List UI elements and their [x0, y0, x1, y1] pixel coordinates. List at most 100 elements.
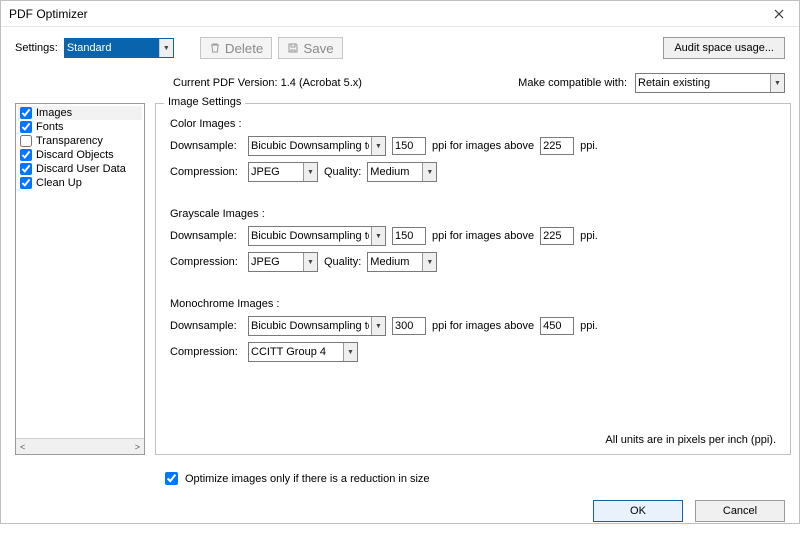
compression-label: Compression:: [170, 166, 242, 178]
checkbox-discard-objects[interactable]: [20, 149, 32, 161]
mono-downsample-select-wrap[interactable]: Bicubic Downsampling to ▼: [248, 316, 386, 336]
settings-panel: Image Settings Color Images : Downsample…: [155, 103, 791, 455]
mono-downsample-row: Downsample: Bicubic Downsampling to ▼ pp…: [170, 316, 776, 336]
sidebar-item-label: Discard User Data: [36, 163, 126, 175]
color-downsample-row: Downsample: Bicubic Downsampling to ▼ pp…: [170, 136, 776, 156]
compression-label: Compression:: [170, 256, 242, 268]
mono-compression-select[interactable]: CCITT Group 4: [248, 342, 358, 362]
color-quality-select-wrap[interactable]: Medium ▼: [367, 162, 437, 182]
fieldset-legend: Image Settings: [164, 96, 245, 108]
content: Images Fonts Transparency Discard Object…: [1, 103, 799, 463]
optimize-images-label: Optimize images only if there is a reduc…: [185, 473, 430, 485]
sidebar: Images Fonts Transparency Discard Object…: [15, 103, 145, 455]
ppi-above-label: ppi for images above: [432, 140, 534, 152]
ppi-label: ppi.: [580, 140, 598, 152]
compression-label: Compression:: [170, 346, 242, 358]
sidebar-item-clean-up[interactable]: Clean Up: [18, 176, 142, 190]
audit-space-button[interactable]: Audit space usage...: [663, 37, 785, 59]
optimize-images-checkbox[interactable]: [165, 472, 178, 485]
mono-downsample-ppi[interactable]: [392, 317, 426, 335]
mono-compression-row: Compression: CCITT Group 4 ▼: [170, 342, 776, 362]
grayscale-downsample-ppi[interactable]: [392, 227, 426, 245]
toolbar: Settings: Standard ▼ Delete Save Audit s…: [1, 27, 799, 69]
mono-above-ppi[interactable]: [540, 317, 574, 335]
chevron-left-icon: <: [20, 442, 25, 452]
sidebar-item-fonts[interactable]: Fonts: [18, 120, 142, 134]
mono-downsample-select[interactable]: Bicubic Downsampling to: [248, 316, 386, 336]
color-above-ppi[interactable]: [540, 137, 574, 155]
sidebar-item-transparency[interactable]: Transparency: [18, 134, 142, 148]
settings-select-wrap[interactable]: Standard ▼: [64, 38, 174, 58]
ok-button[interactable]: OK: [593, 500, 683, 522]
sidebar-item-label: Fonts: [36, 121, 64, 133]
window-title: PDF Optimizer: [9, 7, 88, 21]
footer: OK Cancel: [1, 488, 799, 534]
color-compression-row: Compression: JPEG ▼ Quality: Medium ▼: [170, 162, 776, 182]
ppi-above-label: ppi for images above: [432, 230, 534, 242]
titlebar: PDF Optimizer: [1, 1, 799, 27]
grayscale-compression-select[interactable]: JPEG: [248, 252, 318, 272]
sidebar-items: Images Fonts Transparency Discard Object…: [16, 104, 144, 438]
downsample-label: Downsample:: [170, 230, 242, 242]
chevron-right-icon: >: [135, 442, 140, 452]
grayscale-downsample-select-wrap[interactable]: Bicubic Downsampling to ▼: [248, 226, 386, 246]
checkbox-transparency[interactable]: [20, 135, 32, 147]
close-button[interactable]: [759, 1, 799, 27]
mono-compression-select-wrap[interactable]: CCITT Group 4 ▼: [248, 342, 358, 362]
grayscale-compression-row: Compression: JPEG ▼ Quality: Medium ▼: [170, 252, 776, 272]
image-settings-fieldset: Image Settings Color Images : Downsample…: [155, 103, 791, 455]
color-downsample-select[interactable]: Bicubic Downsampling to: [248, 136, 386, 156]
grayscale-downsample-row: Downsample: Bicubic Downsampling to ▼ pp…: [170, 226, 776, 246]
monochrome-images-title: Monochrome Images :: [170, 298, 776, 310]
sidebar-item-discard-user-data[interactable]: Discard User Data: [18, 162, 142, 176]
sidebar-item-label: Clean Up: [36, 177, 82, 189]
grayscale-quality-select[interactable]: Medium: [367, 252, 437, 272]
quality-label: Quality:: [324, 256, 361, 268]
make-compatible-label: Make compatible with:: [518, 77, 627, 89]
trash-icon: [209, 42, 221, 54]
color-downsample-ppi[interactable]: [392, 137, 426, 155]
grayscale-quality-select-wrap[interactable]: Medium ▼: [367, 252, 437, 272]
checkbox-fonts[interactable]: [20, 121, 32, 133]
color-downsample-select-wrap[interactable]: Bicubic Downsampling to ▼: [248, 136, 386, 156]
checkbox-clean-up[interactable]: [20, 177, 32, 189]
color-compression-select-wrap[interactable]: JPEG ▼: [248, 162, 318, 182]
units-footnote: All units are in pixels per inch (ppi).: [605, 434, 776, 446]
sidebar-scrollbar[interactable]: < >: [16, 438, 144, 454]
optimize-images-row: Optimize images only if there is a reduc…: [1, 463, 799, 488]
grayscale-downsample-select[interactable]: Bicubic Downsampling to: [248, 226, 386, 246]
downsample-label: Downsample:: [170, 140, 242, 152]
save-icon: [287, 42, 299, 54]
grayscale-above-ppi[interactable]: [540, 227, 574, 245]
settings-select[interactable]: Standard: [64, 38, 174, 58]
ppi-label: ppi.: [580, 230, 598, 242]
color-images-title: Color Images :: [170, 118, 776, 130]
cancel-button[interactable]: Cancel: [695, 500, 785, 522]
grayscale-compression-select-wrap[interactable]: JPEG ▼: [248, 252, 318, 272]
grayscale-images-title: Grayscale Images :: [170, 208, 776, 220]
quality-label: Quality:: [324, 166, 361, 178]
spacer: [170, 278, 776, 292]
checkbox-discard-user-data[interactable]: [20, 163, 32, 175]
delete-button[interactable]: Delete: [200, 37, 273, 59]
close-icon: [774, 9, 784, 19]
compat-bar: Current PDF Version: 1.4 (Acrobat 5.x) M…: [1, 69, 799, 103]
delete-label: Delete: [225, 41, 264, 56]
checkbox-images[interactable]: [20, 107, 32, 119]
compat-select[interactable]: Retain existing: [635, 73, 785, 93]
sidebar-item-label: Discard Objects: [36, 149, 114, 161]
sidebar-item-label: Transparency: [36, 135, 103, 147]
current-pdf-version: Current PDF Version: 1.4 (Acrobat 5.x): [173, 77, 362, 89]
sidebar-item-discard-objects[interactable]: Discard Objects: [18, 148, 142, 162]
save-label: Save: [303, 41, 333, 56]
sidebar-item-images[interactable]: Images: [18, 106, 142, 120]
ppi-above-label: ppi for images above: [432, 320, 534, 332]
sidebar-item-label: Images: [36, 107, 72, 119]
save-button[interactable]: Save: [278, 37, 342, 59]
spacer: [170, 188, 776, 202]
settings-label: Settings:: [15, 42, 58, 54]
compat-select-wrap[interactable]: Retain existing ▼: [635, 73, 785, 93]
ppi-label: ppi.: [580, 320, 598, 332]
color-compression-select[interactable]: JPEG: [248, 162, 318, 182]
color-quality-select[interactable]: Medium: [367, 162, 437, 182]
